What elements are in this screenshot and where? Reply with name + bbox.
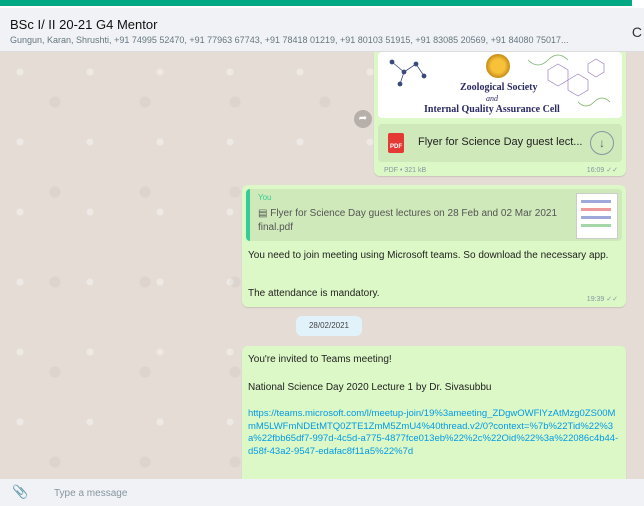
message-text-bubble[interactable]: You're invited to Teams meeting! Nationa… [242,346,626,479]
message-document[interactable]: Zoological Society and Internal Quality … [374,52,626,176]
message-time: 16:09 ✓✓ [586,167,618,174]
quote-thumbnail [576,193,618,239]
accent-strip [0,0,632,6]
document-meta: PDF • 321 kB [384,167,427,174]
document-name[interactable]: Flyer for Science Day guest lect... [418,136,582,148]
chat-header[interactable]: BSc I/ II 20-21 G4 Mentor Gungun, Karan,… [0,8,644,52]
society-logo [486,54,510,78]
date-separator: 28/02/2021 [296,316,362,336]
flyer-line-2: and [486,94,498,103]
message-text: You need to join meeting using Microsoft… [248,250,609,261]
message-text-2: The attendance is mandatory. [248,288,380,299]
message-list[interactable]: ➦ Zoological Society and Internal Qualit… [0,52,644,479]
chat-participants: Gungun, Karan, Shrushti, +91 74995 52470… [10,35,569,45]
flyer-image[interactable]: Zoological Society and Internal Quality … [378,52,622,118]
document-attachment[interactable]: PDF Flyer for Science Day guest lect... … [378,124,622,162]
quote-text: ▤ Flyer for Science Day guest lectures o… [258,208,558,233]
message-composer[interactable]: 📎 [0,479,644,506]
quote-author: You [258,193,272,202]
flyer-line-1: Zoological Society [460,82,538,93]
message-input[interactable] [52,481,616,505]
message-reply[interactable]: You ▤ Flyer for Science Day guest lectur… [242,185,626,307]
header-menu-icon[interactable]: C [632,24,642,40]
quoted-message[interactable]: You ▤ Flyer for Science Day guest lectur… [246,189,622,241]
top-bar [0,0,644,8]
forward-icon[interactable]: ➦ [354,110,372,128]
pdf-icon: PDF [388,133,404,153]
paperclip-icon[interactable]: 📎 [12,484,28,500]
message-time: 19:39 ✓✓ [586,296,618,303]
message-line-1: You're invited to Teams meeting! [248,354,392,365]
teams-meeting-link[interactable]: https://teams.microsoft.com/l/meetup-joi… [248,408,620,458]
download-icon[interactable]: ↓ [590,131,614,155]
flyer-line-3: Internal Quality Assurance Cell [424,104,560,115]
chat-title[interactable]: BSc I/ II 20-21 G4 Mentor [10,17,157,32]
message-line-2: National Science Day 2020 Lecture 1 by D… [248,382,492,393]
